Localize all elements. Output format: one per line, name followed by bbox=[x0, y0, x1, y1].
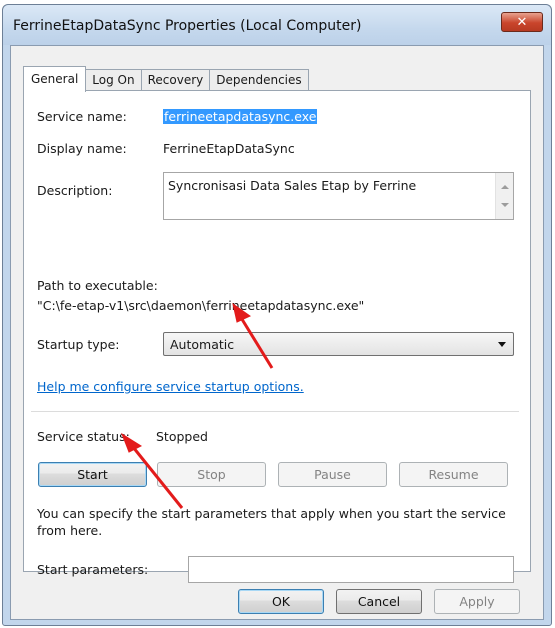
tab-strip: General Log On Recovery Dependencies bbox=[23, 66, 309, 92]
display-name-label: Display name: bbox=[37, 141, 127, 156]
start-parameters-label: Start parameters: bbox=[37, 562, 149, 577]
stop-button[interactable]: Stop bbox=[157, 462, 266, 487]
description-box[interactable]: Syncronisasi Data Sales Etap by Ferrine bbox=[163, 172, 514, 220]
dialog-client: General Log On Recovery Dependencies Ser… bbox=[10, 45, 544, 620]
cancel-button[interactable]: Cancel bbox=[336, 589, 422, 614]
description-scrollbar[interactable] bbox=[495, 173, 513, 219]
service-name-label: Service name: bbox=[37, 109, 127, 124]
startup-type-select[interactable]: Automatic bbox=[163, 332, 514, 356]
tab-recovery[interactable]: Recovery bbox=[140, 69, 211, 91]
startup-type-value: Automatic bbox=[170, 337, 235, 352]
scroll-up-icon[interactable] bbox=[501, 185, 509, 189]
title-bar[interactable]: FerrineEtapDataSync Properties (Local Co… bbox=[3, 5, 551, 45]
ok-button[interactable]: OK bbox=[238, 589, 324, 614]
display-name-value[interactable]: FerrineEtapDataSync bbox=[163, 141, 295, 156]
service-name-value[interactable]: ferrineetapdatasync.exe bbox=[163, 109, 318, 124]
apply-button[interactable]: Apply bbox=[434, 589, 520, 614]
path-label: Path to executable: bbox=[37, 278, 158, 293]
start-button[interactable]: Start bbox=[38, 462, 147, 487]
close-icon: ✕ bbox=[516, 14, 528, 30]
chevron-down-icon bbox=[498, 342, 506, 347]
path-value: "C:\fe-etap-v1\src\daemon\ferrineetapdat… bbox=[37, 298, 365, 313]
pause-button[interactable]: Pause bbox=[278, 462, 387, 487]
service-name-selected-text: ferrineetapdatasync.exe bbox=[163, 109, 318, 124]
start-parameters-input[interactable] bbox=[188, 556, 514, 583]
tab-dependencies[interactable]: Dependencies bbox=[209, 69, 309, 91]
tab-general[interactable]: General bbox=[23, 66, 87, 92]
start-params-hint-line-1: You can specify the start parameters tha… bbox=[37, 506, 506, 521]
description-value: Syncronisasi Data Sales Etap by Ferrine bbox=[168, 178, 417, 193]
scroll-down-icon[interactable] bbox=[501, 203, 509, 207]
general-panel: Service name: ferrineetapdatasync.exe Di… bbox=[23, 90, 531, 583]
tab-log-on[interactable]: Log On bbox=[85, 69, 142, 91]
description-label: Description: bbox=[37, 183, 113, 198]
help-configure-link[interactable]: Help me configure service startup option… bbox=[37, 379, 304, 394]
properties-window: FerrineEtapDataSync Properties (Local Co… bbox=[2, 4, 552, 626]
start-params-hint-line-2: from here. bbox=[37, 523, 103, 538]
startup-type-label: Startup type: bbox=[37, 337, 120, 352]
service-status-value: Stopped bbox=[156, 429, 208, 444]
resume-button[interactable]: Resume bbox=[399, 462, 508, 487]
window-title: FerrineEtapDataSync Properties (Local Co… bbox=[13, 18, 362, 34]
divider bbox=[31, 411, 519, 412]
close-button[interactable]: ✕ bbox=[501, 12, 543, 32]
service-status-label: Service status: bbox=[37, 429, 130, 444]
